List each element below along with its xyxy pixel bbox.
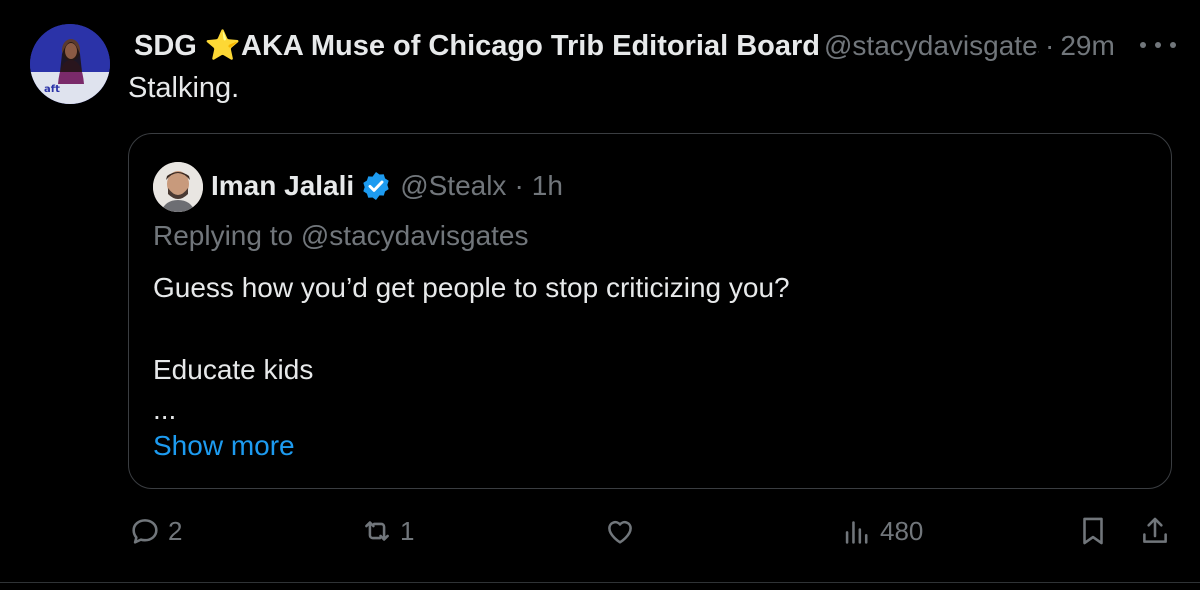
quoted-author-line: Iman Jalali @Stealx · 1h [211, 164, 563, 208]
more-dot [1155, 42, 1161, 48]
views-icon [845, 521, 868, 544]
quoted-text-line: Guess how you’d get people to stop criti… [153, 272, 790, 303]
repost-count: 1 [400, 515, 415, 546]
more-dot [1170, 42, 1176, 48]
tweet-actions: 2 1 480 [0, 514, 1200, 560]
author-handle[interactable]: @stacydavisgates [824, 30, 1039, 62]
separator-dot: · [514, 170, 524, 201]
tweet-author-line: SDG ⭐AKA Muse of Chicago Trib Editorial … [128, 26, 1128, 66]
separator-dot: · [1045, 30, 1055, 61]
divider [0, 582, 1200, 583]
author-avatar-image: aft [30, 24, 110, 104]
quoted-text-line: Educate kids [153, 354, 314, 385]
bookmark-icon [1083, 517, 1103, 545]
quoted-tweet[interactable]: Iman Jalali @Stealx · 1h Replying to @st… [128, 133, 1172, 489]
quoted-tweet-time[interactable]: 1h [532, 170, 563, 202]
author-name-text: SDG ⭐AKA Muse of Chicago Trib Editorial … [134, 30, 818, 62]
quoted-tweet-text: Guess how you’d get people to stop criti… [153, 268, 790, 430]
quoted-author-name[interactable]: Iman Jalali [211, 170, 354, 202]
quoted-author-avatar[interactable] [153, 162, 203, 212]
views-count: 480 [880, 515, 924, 546]
author-name[interactable]: SDG ⭐AKA Muse of Chicago Trib Editorial … [128, 29, 818, 63]
author-avatar[interactable]: aft [30, 24, 110, 104]
replying-to: Replying to @stacydavisgates [153, 220, 529, 251]
reply-button[interactable]: 2 [128, 514, 182, 548]
heart-icon [608, 520, 632, 544]
show-more-link[interactable]: Show more [153, 430, 295, 462]
repost-button[interactable]: 1 [360, 514, 414, 548]
quoted-avatar-image [153, 162, 203, 212]
share-button[interactable] [1138, 514, 1172, 548]
like-button[interactable] [603, 514, 643, 548]
views-button[interactable]: 480 [840, 514, 923, 548]
more-dot [1140, 42, 1146, 48]
tweet-text: Stalking. [128, 72, 240, 104]
tweet-time[interactable]: 29m [1060, 30, 1114, 62]
quoted-author-handle[interactable]: @Stealx [400, 170, 506, 202]
more-options-icon[interactable] [1140, 30, 1176, 60]
share-icon [1143, 517, 1167, 543]
reply-icon [132, 519, 158, 544]
reply-count: 2 [168, 515, 183, 546]
svg-text:aft: aft [44, 84, 60, 95]
repost-icon [365, 521, 389, 541]
verified-badge-icon [363, 172, 389, 200]
quoted-text-ellipsis: ... [153, 394, 177, 425]
bookmark-button[interactable] [1076, 514, 1110, 548]
